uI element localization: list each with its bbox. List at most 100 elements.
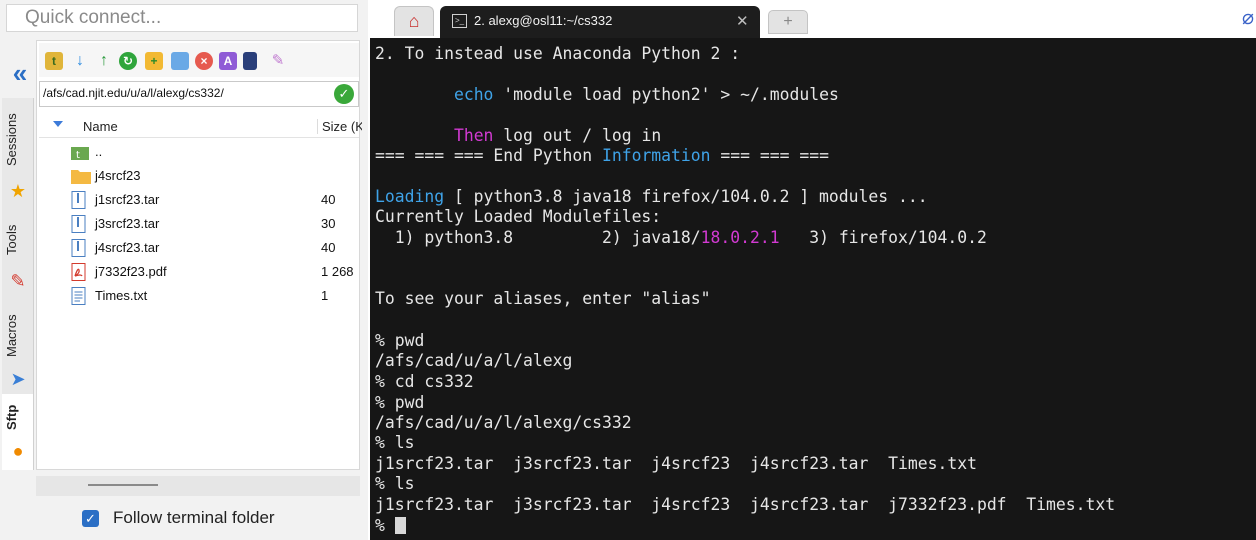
file-size: 30 [321,216,336,231]
file-row[interactable]: j4srcf23 [39,165,359,187]
tab-tools[interactable]: Tools ✎ [2,210,34,302]
archive-file-icon [71,239,89,257]
send-icon: ➤ [10,369,26,389]
parent-directory-icon[interactable]: t [45,52,63,70]
terminal-keyword: Then [453,126,494,145]
terminal-line: % [375,516,406,536]
tab-title: 2. alexg@osl11:~/cs332 [474,13,613,28]
terminal-line: echo 'module load python2' > ~/.modules [375,85,839,105]
terminal-prompt: % [375,516,395,535]
file-size: 1 268 [321,264,354,279]
splitter-handle[interactable] [88,484,158,486]
terminal-command: echo [453,85,494,104]
follow-terminal-folder-label: Follow terminal folder [113,508,275,527]
terminal-text: log out / log in [493,126,662,145]
terminal-text: [ python3.8 java18 firefox/104.0.2 ] mod… [444,187,928,206]
pdf-file-icon [71,263,89,281]
terminal-text: 'module load python2' > ~/.modules [493,85,839,104]
terminal-line: Currently Loaded Modulefiles: [375,207,662,226]
terminal-keyword: Loading [375,187,445,206]
terminal-text: 1) python3.8 2) java18/ [375,228,701,247]
file-row[interactable]: j3srcf23.tar 30 [39,213,359,235]
checkbox-checked-icon[interactable]: ✓ [82,510,99,527]
tab-macros-label: Macros [4,314,19,358]
terminal-tab-bar: ⌂ >_ 2. alexg@osl11:~/cs332 ✕ + ⌀ [370,0,1256,38]
home-tab[interactable]: ⌂ [394,6,434,36]
upload-icon[interactable]: ↑ [95,52,113,70]
column-name-header[interactable]: Name [83,119,118,134]
terminal-keyword: Information [601,146,711,165]
parent-folder-icon: t [71,143,89,161]
delete-icon[interactable]: × [195,52,213,70]
file-name: j4srcf23.tar [95,240,160,255]
terminal-icon: >_ [452,14,467,28]
tools-icon: ✎ [10,271,26,291]
attachment-icon[interactable]: ⌀ [1242,8,1256,28]
file-row[interactable]: j1srcf23.tar 40 [39,189,359,211]
file-size: 40 [321,240,336,255]
folder-icon [71,167,91,185]
terminal-line: 2. To instead use Anaconda Python 2 : [375,44,741,63]
terminal-line: j1srcf23.tar j3srcf23.tar j4srcf23 j4src… [375,454,977,473]
file-row[interactable]: j7332f23.pdf 1 268 [39,261,359,283]
file-size: 1 [321,288,329,303]
file-name: Times.txt [95,288,148,303]
home-icon: ⌂ [408,11,420,31]
file-name: j4srcf23 [95,168,141,183]
panel-splitter[interactable] [36,476,360,496]
quick-connect-input[interactable]: Quick connect... [6,4,358,32]
tab-tools-label: Tools [4,224,19,256]
new-folder-icon[interactable]: + [145,52,163,70]
terminal-line: 1) python3.8 2) java18/18.0.2.1 3) firef… [375,228,987,248]
tab-macros[interactable]: Macros ➤ [2,302,34,394]
terminal-line: Loading [ python3.8 java18 firefox/104.0… [375,187,928,207]
collapse-sidebar-icon[interactable]: « [8,58,32,88]
terminal-line: /afs/cad/u/a/l/alexg/cs332 [375,413,632,432]
side-tab-strip: Sessions ★ Tools ✎ Macros ➤ Sftp ● [2,98,34,470]
terminal-line: /afs/cad/u/a/l/alexg [375,351,573,370]
tab-sftp-label: Sftp [4,404,19,430]
terminal-version: 18.0.2.1 [700,228,780,247]
terminal-line: Then log out / log in [375,126,661,146]
file-name: j1srcf23.tar [95,192,160,207]
tab-terminal-session[interactable]: >_ 2. alexg@osl11:~/cs332 ✕ [440,6,760,38]
text-file-icon [71,287,89,305]
sort-arrow-icon[interactable] [53,121,63,127]
svg-text:t: t [76,150,80,161]
tab-sessions-label: Sessions [4,113,19,167]
sftp-path-input[interactable]: /afs/cad.njit.edu/u/a/l/alexg/cs332/ ✓ [39,81,359,107]
archive-file-icon [71,215,89,233]
properties-icon[interactable] [243,52,257,70]
star-icon: ★ [9,181,27,201]
file-name: j3srcf23.tar [95,216,160,231]
edit-icon[interactable]: ✎ [269,52,287,70]
file-row[interactable]: Times.txt 1 [39,285,359,307]
tab-sessions[interactable]: Sessions ★ [2,98,34,210]
file-row[interactable]: t .. [39,141,359,163]
terminal-cursor [394,517,406,534]
terminal-text: 3) firefox/104.0.2 [779,228,987,247]
new-tab-button[interactable]: + [768,10,808,34]
rename-icon[interactable]: A [219,52,237,70]
terminal-line: % pwd [375,331,425,350]
terminal-line: === === === End Python Information === =… [375,146,829,166]
download-icon[interactable]: ↓ [71,52,89,70]
archive-file-icon [71,191,89,209]
file-name: j7332f23.pdf [95,264,167,279]
file-list-header: Name Size (KB) [39,115,362,138]
file-row[interactable]: j4srcf23.tar 40 [39,237,359,259]
terminal-line: % ls [375,474,415,493]
terminal-text: === === === End Python [375,146,602,165]
terminal-line: % cd cs332 [375,372,474,391]
file-size: 40 [321,192,336,207]
refresh-icon[interactable]: ↻ [119,52,137,70]
column-size-header[interactable]: Size (KB) [317,119,362,134]
tab-sftp[interactable]: Sftp ● [2,394,34,470]
new-file-icon[interactable] [171,52,189,70]
sftp-path-text: /afs/cad.njit.edu/u/a/l/alexg/cs332/ [43,86,224,100]
terminal-text: === === === [710,146,829,165]
terminal-line: % ls [375,433,415,452]
path-ok-icon[interactable]: ✓ [334,84,354,104]
close-tab-icon[interactable]: ✕ [736,12,749,30]
terminal-output[interactable]: 2. To instead use Anaconda Python 2 : ec… [370,38,1256,540]
